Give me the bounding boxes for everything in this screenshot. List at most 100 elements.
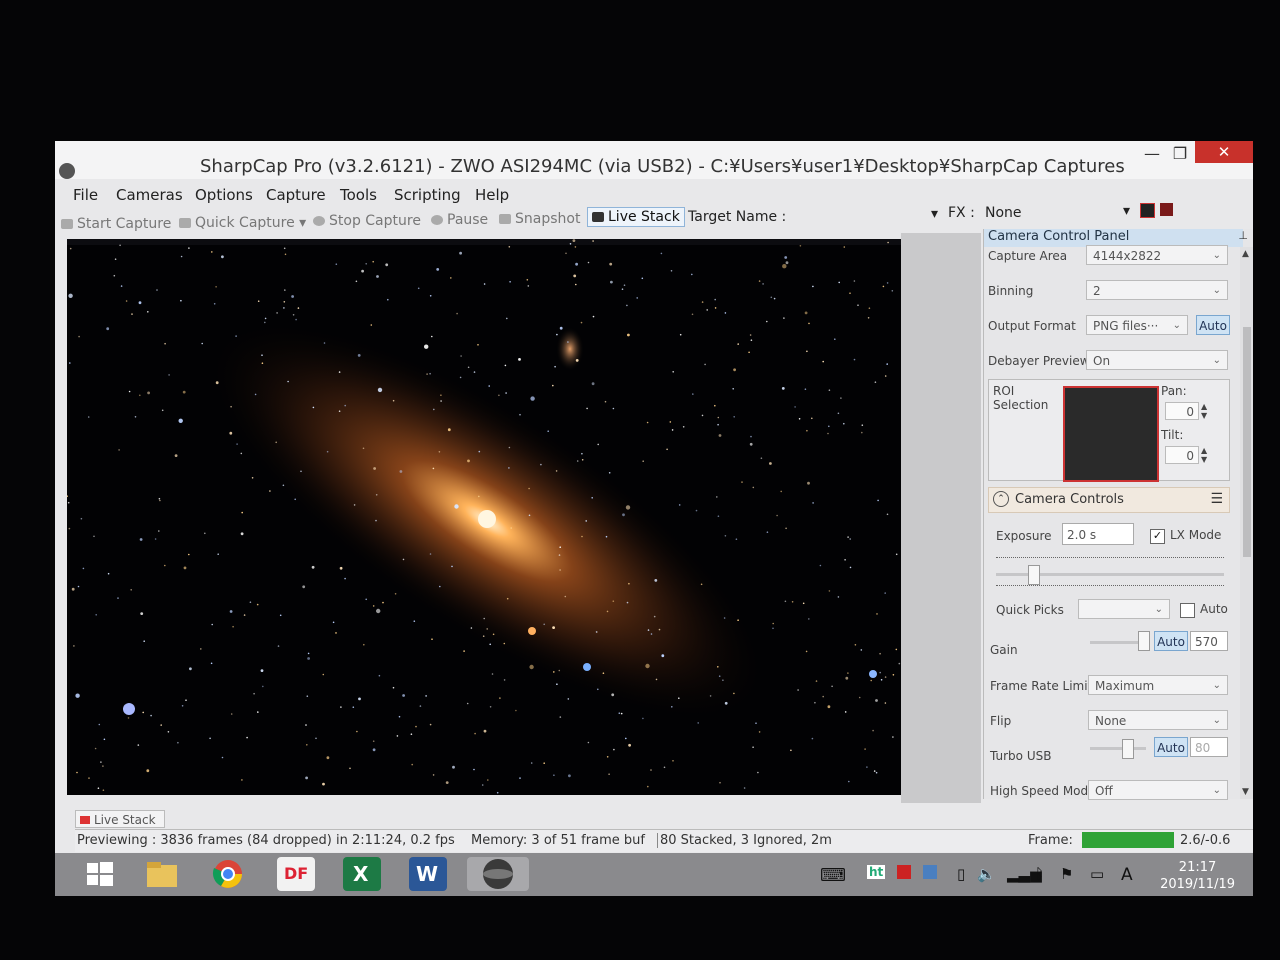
menu-capture[interactable]: Capture [266, 186, 326, 204]
pause-button[interactable]: Pause [431, 212, 488, 228]
menu-tools[interactable]: Tools [340, 186, 377, 204]
star [849, 538, 851, 540]
star [432, 467, 435, 470]
star [483, 729, 487, 733]
start-button[interactable] [81, 857, 119, 891]
bluetooth-icon[interactable]: ᛒ [1035, 865, 1044, 883]
maximize-button[interactable]: ❐ [1167, 143, 1193, 165]
lx-mode-checkbox[interactable]: ✓ [1150, 529, 1165, 544]
star [147, 391, 150, 395]
output-format-auto-button[interactable]: Auto [1196, 315, 1230, 335]
star [791, 601, 794, 603]
star [647, 785, 649, 788]
star [75, 693, 80, 698]
star [489, 643, 492, 646]
capture-area-select[interactable]: 4144x2822 ⌄ [1086, 245, 1228, 265]
star [868, 307, 871, 309]
stop-capture-button[interactable]: Stop Capture [313, 213, 421, 229]
menu-options[interactable]: Options [195, 186, 253, 204]
acrobat-icon[interactable] [897, 865, 911, 879]
star [158, 497, 161, 500]
roi-preview[interactable] [1063, 386, 1159, 482]
close-button[interactable]: ✕ [1195, 141, 1253, 163]
volume-icon[interactable]: 🔈 [977, 865, 996, 883]
snapshot-button[interactable]: Snapshot [499, 211, 580, 227]
high-speed-mode-select[interactable]: Off ⌄ [1088, 780, 1228, 800]
live-stack-tab[interactable]: Live Stack [75, 810, 165, 828]
quick-picks-auto-checkbox[interactable] [1180, 603, 1195, 618]
collapse-icon[interactable]: ⌃ [993, 491, 1009, 507]
gain-auto-button[interactable]: Auto [1154, 631, 1188, 651]
star [784, 600, 787, 603]
panel-scrollbar[interactable]: ▲ ▼ [1240, 247, 1253, 799]
binning-select[interactable]: 2 ⌄ [1086, 280, 1228, 300]
exposure-input[interactable]: 2.0 s [1062, 523, 1134, 545]
turbo-usb-slider-thumb[interactable] [1122, 739, 1134, 759]
star [429, 295, 432, 297]
star [843, 246, 846, 248]
exposure-slider-thumb[interactable] [1028, 565, 1040, 585]
tilt-input[interactable]: 0 [1165, 446, 1199, 464]
scroll-down-icon[interactable]: ▼ [1242, 787, 1249, 797]
output-format-select[interactable]: PNG files··· ⌄ [1086, 315, 1188, 335]
app-icon[interactable] [59, 163, 75, 179]
ime-indicator[interactable]: A [1121, 865, 1133, 885]
file-explorer-button[interactable] [143, 857, 181, 891]
star [592, 240, 594, 242]
turbo-usb-input[interactable]: 80 [1190, 737, 1228, 757]
menu-icon[interactable]: ☰ [1210, 491, 1223, 507]
fx-dropdown-icon[interactable]: ▾ [1123, 203, 1130, 219]
scroll-up-icon[interactable]: ▲ [1242, 249, 1249, 259]
star [240, 452, 243, 455]
menu-cameras[interactable]: Cameras [116, 186, 183, 204]
menu-scripting[interactable]: Scripting [394, 186, 461, 204]
star [886, 513, 889, 516]
quick-picks-select[interactable]: ⌄ [1078, 599, 1170, 619]
scrollbar-thumb[interactable] [1243, 327, 1251, 557]
pin-icon[interactable]: ⊥ [1238, 229, 1248, 242]
gain-input[interactable]: 570 [1190, 631, 1228, 651]
gain-slider-thumb[interactable] [1138, 631, 1150, 651]
frame-rate-limit-select[interactable]: Maximum ⌄ [1088, 675, 1228, 695]
word-button[interactable]: W [409, 857, 447, 891]
star [508, 446, 511, 449]
camera-controls-header[interactable]: ⌃ Camera Controls ☰ [988, 487, 1230, 513]
keyboard-icon[interactable]: ⌨ [820, 865, 846, 886]
previewing-status: Previewing : 3836 frames (84 dropped) in… [77, 833, 455, 848]
star [439, 585, 441, 588]
pan-spinner-icon[interactable]: ▲ ▼ [1201, 402, 1207, 420]
turbo-usb-slider-track[interactable] [1090, 747, 1146, 750]
mask-icon[interactable] [1160, 203, 1173, 216]
start-capture-button[interactable]: Start Capture [61, 216, 171, 232]
star [717, 423, 719, 426]
debayer-preview-select[interactable]: On ⌄ [1086, 350, 1228, 370]
battery-icon[interactable]: ▯ [957, 865, 965, 883]
clock[interactable]: 21:17 2019/11/19 [1160, 859, 1235, 893]
pan-input[interactable]: 0 [1165, 402, 1199, 420]
flip-select[interactable]: None ⌄ [1088, 710, 1228, 730]
pdf-app-button[interactable]: DF [277, 857, 315, 891]
star [799, 245, 802, 247]
target-name-dropdown-icon[interactable]: ▾ [931, 206, 938, 222]
network-app-icon[interactable] [923, 865, 937, 879]
menu-help[interactable]: Help [475, 186, 509, 204]
image-preview[interactable] [67, 239, 901, 795]
menu-file[interactable]: File [73, 186, 98, 204]
star [69, 247, 72, 250]
action-center-flag-icon[interactable]: ⚑ [1060, 865, 1073, 883]
quick-capture-button[interactable]: Quick Capture ▾ [179, 215, 306, 231]
record-icon[interactable] [1140, 203, 1155, 218]
star [221, 255, 224, 259]
star [150, 714, 152, 717]
fx-value[interactable]: None [985, 205, 1022, 221]
excel-button[interactable]: X [343, 857, 381, 891]
turbo-usb-auto-button[interactable]: Auto [1154, 737, 1188, 757]
monitor-icon[interactable]: ▭ [1090, 865, 1104, 883]
star [338, 410, 341, 412]
live-stack-button[interactable]: Live Stack [587, 207, 685, 227]
sharpcap-taskbar-button[interactable] [467, 857, 529, 891]
tilt-spinner-icon[interactable]: ▲ ▼ [1201, 446, 1207, 464]
chrome-button[interactable] [209, 857, 247, 891]
ht-icon[interactable]: ht [867, 865, 886, 879]
minimize-button[interactable]: — [1139, 143, 1165, 165]
